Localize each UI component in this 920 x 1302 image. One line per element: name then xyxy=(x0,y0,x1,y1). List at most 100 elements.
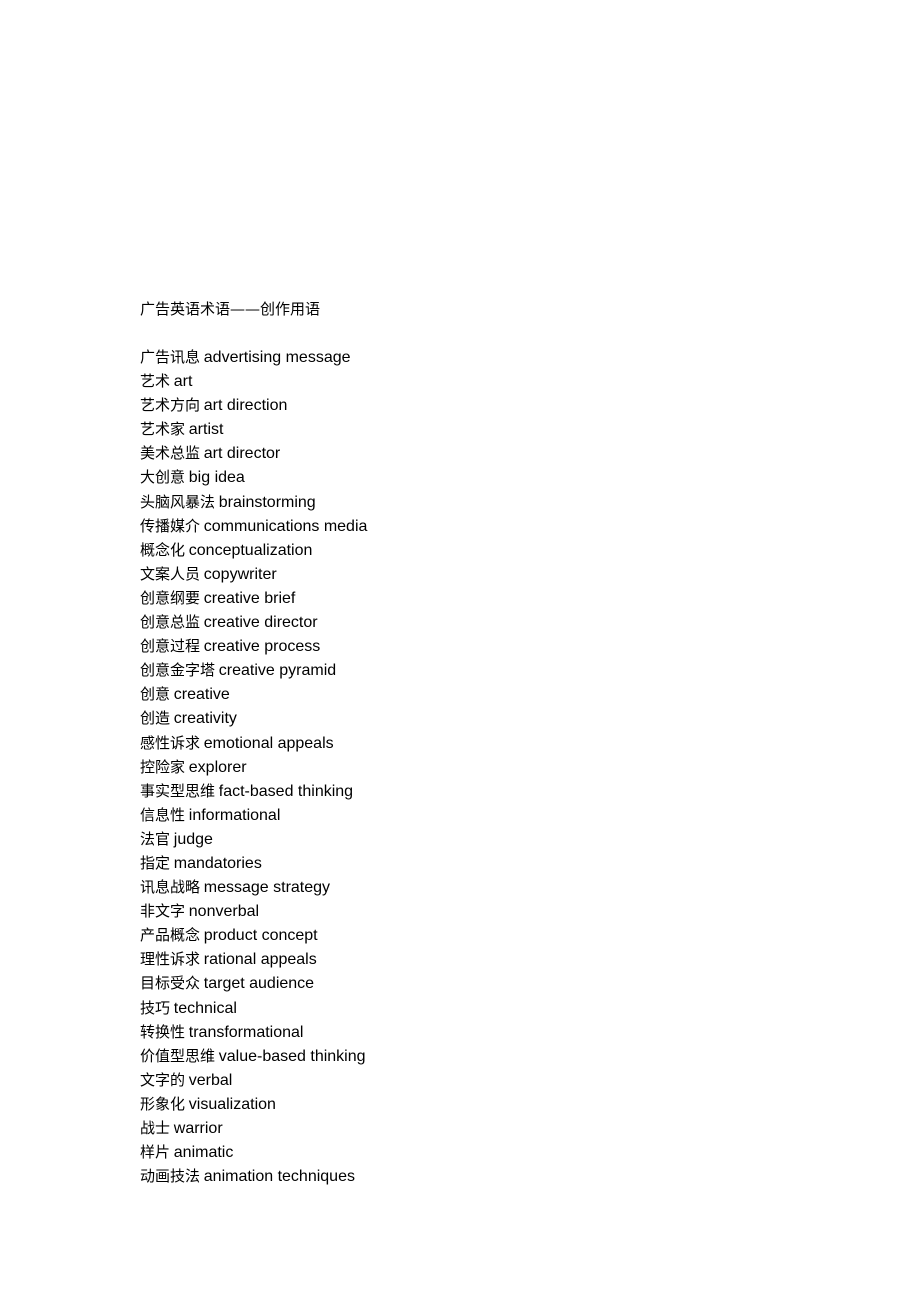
term-chinese: 非文字 xyxy=(140,902,186,921)
term-chinese: 广告讯息 xyxy=(140,348,201,366)
glossary-item: 概念化 conceptualization xyxy=(140,538,840,562)
term-english: communications media xyxy=(203,517,368,535)
term-english: big idea xyxy=(188,469,245,487)
term-chinese: 法官 xyxy=(140,829,171,848)
term-english: product concept xyxy=(203,927,318,945)
term-english: judge xyxy=(173,830,213,848)
term-chinese: 艺术家 xyxy=(140,420,186,439)
term-chinese: 技巧 xyxy=(140,998,171,1017)
term-chinese: 事实型思维 xyxy=(140,781,216,800)
glossary-item: 大创意 big idea xyxy=(140,465,840,489)
term-english: transformational xyxy=(188,1023,304,1041)
term-english: creativity xyxy=(173,710,237,728)
term-chinese: 样片 xyxy=(140,1143,171,1162)
term-english: rational appeals xyxy=(203,951,317,969)
glossary-item: 非文字 nonverbal xyxy=(140,899,840,923)
term-chinese: 指定 xyxy=(140,853,171,872)
glossary-item: 文案人员 copywriter xyxy=(140,562,840,586)
glossary-item: 感性诉求 emotional appeals xyxy=(140,731,840,755)
glossary-item: 转换性 transformational xyxy=(140,1020,840,1044)
term-english: nonverbal xyxy=(188,903,260,921)
glossary-item: 讯息战略 message strategy xyxy=(140,875,840,899)
term-english: brainstorming xyxy=(218,493,316,511)
glossary-item: 战士 warrior xyxy=(140,1116,840,1140)
term-chinese: 动画技法 xyxy=(140,1167,201,1186)
term-chinese: 创意过程 xyxy=(140,637,201,656)
term-chinese: 理性诉求 xyxy=(140,950,201,969)
term-chinese: 头脑风暴法 xyxy=(140,492,216,511)
term-chinese: 大创意 xyxy=(140,468,186,487)
term-chinese: 感性诉求 xyxy=(140,733,201,752)
term-english: art director xyxy=(203,445,281,463)
term-english: target audience xyxy=(203,975,315,993)
term-english: verbal xyxy=(188,1071,233,1089)
glossary-item: 目标受众 target audience xyxy=(140,971,840,995)
glossary-item: 创意 creative xyxy=(140,682,840,706)
term-chinese: 形象化 xyxy=(140,1094,186,1113)
term-chinese: 目标受众 xyxy=(140,974,201,993)
glossary-item: 广告讯息 advertising message xyxy=(140,345,840,369)
term-english: creative process xyxy=(203,638,321,656)
term-english: explorer xyxy=(188,758,247,776)
term-english: advertising message xyxy=(203,349,351,366)
term-english: visualization xyxy=(188,1095,276,1113)
glossary-item: 传播媒介 communications media xyxy=(140,514,840,538)
glossary-item: 艺术家 artist xyxy=(140,417,840,441)
term-chinese: 转换性 xyxy=(140,1022,186,1041)
glossary-list: 广告讯息 advertising message 艺术 art 艺术方向 art d… xyxy=(140,345,840,1188)
term-chinese: 控险家 xyxy=(140,757,186,776)
term-chinese: 战士 xyxy=(140,1119,171,1137)
term-chinese: 艺术 xyxy=(140,372,171,391)
term-english: message strategy xyxy=(203,879,331,897)
term-english: fact-based thinking xyxy=(218,782,354,800)
glossary-item: 美术总监 art director xyxy=(140,441,840,465)
glossary-item: 头脑风暴法 brainstorming xyxy=(140,490,840,514)
term-english: warrior xyxy=(173,1120,223,1137)
glossary-item: 指定 mandatories xyxy=(140,851,840,875)
term-english: art direction xyxy=(203,397,288,415)
term-english: technical xyxy=(173,999,237,1017)
term-chinese: 文字的 xyxy=(140,1070,186,1089)
term-english: copywriter xyxy=(203,565,277,583)
term-english: creative brief xyxy=(203,589,296,607)
glossary-item: 样片 animatic xyxy=(140,1140,840,1164)
term-chinese: 讯息战略 xyxy=(140,878,201,897)
document-content: 广告英语术语——创作用语 广告讯息 advertising message 艺术 … xyxy=(140,297,840,1188)
term-english: informational xyxy=(188,806,281,824)
term-chinese: 创意总监 xyxy=(140,613,201,632)
term-english: creative pyramid xyxy=(218,662,337,680)
term-chinese: 价值型思维 xyxy=(140,1046,216,1065)
glossary-item: 创意金字塔 creative pyramid xyxy=(140,658,840,682)
term-chinese: 传播媒介 xyxy=(140,516,201,535)
glossary-item: 价值型思维 value-based thinking xyxy=(140,1044,840,1068)
term-chinese: 产品概念 xyxy=(140,926,201,945)
term-english: artist xyxy=(188,421,224,439)
term-english: creative director xyxy=(203,614,318,632)
term-chinese: 美术总监 xyxy=(140,444,201,463)
term-chinese: 创造 xyxy=(140,709,171,728)
term-english: mandatories xyxy=(173,854,262,872)
term-english: creative xyxy=(173,686,230,704)
term-chinese: 信息性 xyxy=(140,805,186,824)
glossary-item: 创意过程 creative process xyxy=(140,634,840,658)
term-chinese: 创意纲要 xyxy=(140,588,201,607)
term-english: value-based thinking xyxy=(218,1047,366,1065)
glossary-item: 创造 creativity xyxy=(140,706,840,730)
term-english: animation techniques xyxy=(203,1168,355,1186)
term-english: conceptualization xyxy=(188,541,313,559)
glossary-item: 动画技法 animation techniques xyxy=(140,1164,840,1188)
term-chinese: 文案人员 xyxy=(140,564,201,583)
glossary-item: 信息性 informational xyxy=(140,803,840,827)
term-english: animatic xyxy=(173,1144,234,1162)
glossary-item: 技巧 technical xyxy=(140,996,840,1020)
glossary-item: 创意总监 creative director xyxy=(140,610,840,634)
glossary-item: 法官 judge xyxy=(140,827,840,851)
term-chinese: 创意 xyxy=(140,685,171,704)
glossary-item: 创意纲要 creative brief xyxy=(140,586,840,610)
document-page: 广告英语术语——创作用语 广告讯息 advertising message 艺术 … xyxy=(0,0,920,1302)
glossary-item: 形象化 visualization xyxy=(140,1092,840,1116)
glossary-item: 文字的 verbal xyxy=(140,1068,840,1092)
glossary-item: 艺术 art xyxy=(140,369,840,393)
term-chinese: 艺术方向 xyxy=(140,396,201,415)
